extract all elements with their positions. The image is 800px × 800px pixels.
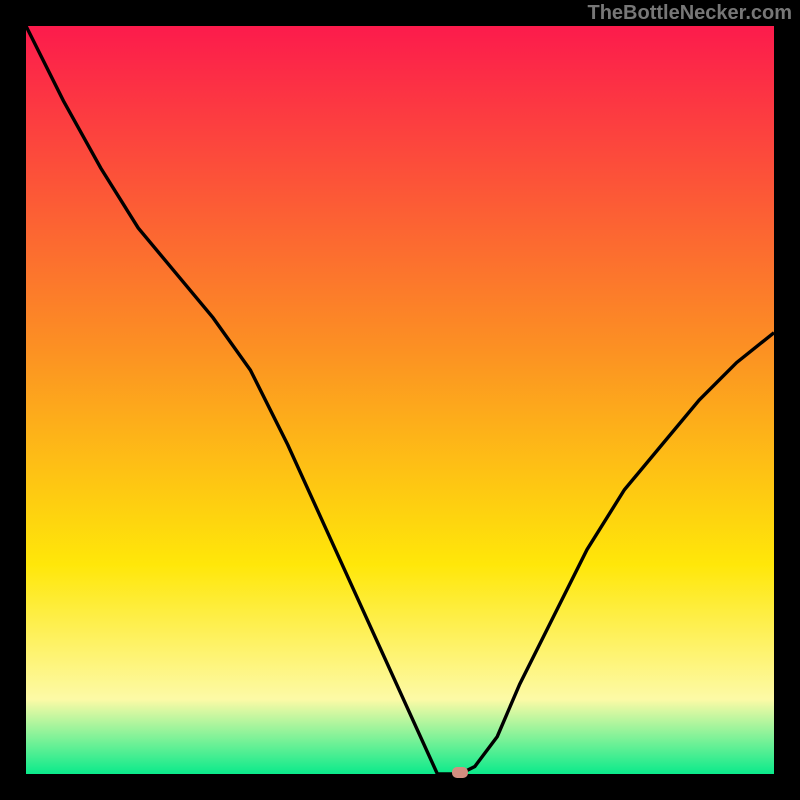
optimum-marker (452, 767, 468, 778)
chart-frame (26, 26, 774, 774)
chart-background (26, 26, 774, 774)
bottleneck-chart (26, 26, 774, 774)
attribution-text: TheBottleNecker.com (587, 2, 792, 25)
